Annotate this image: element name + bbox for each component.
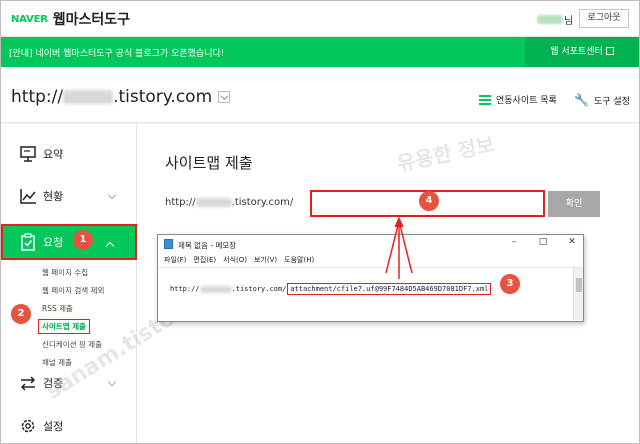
menu-view[interactable]: 보기(V) (254, 255, 277, 265)
step-badge-3: 3 (500, 274, 520, 294)
tool-settings-button[interactable]: 🔧 도구 설정 (574, 93, 630, 107)
linked-sites-button[interactable]: 연동사이트 목록 (479, 93, 557, 106)
site-url-suffix: .tistory.com (113, 87, 213, 107)
user-suffix: 님 (564, 16, 574, 27)
site-url-prefix: http:// (11, 87, 64, 107)
screenshot-frame: NAVER 웹마스터도구 님 로그아웃 [안내] 네이버 웹마스터도구 공식 블… (0, 0, 640, 444)
notepad-title: 제목 없음 - 메모장 (178, 241, 237, 250)
wrench-icon: 🔧 (574, 93, 589, 107)
notepad-text-area[interactable]: http:// .tistory.com/ attachment/cfile7.… (158, 267, 583, 321)
notepad-window: 제목 없음 - 메모장 – □ ✕ 파일(F) 편집(E) 서식(O) 보기(V… (157, 234, 584, 322)
sidebar-item-settings[interactable]: 설정 (1, 408, 137, 443)
notice-text[interactable]: [안내] 네이버 웹마스터도구 공식 블로그가 오픈했습니다! (9, 46, 224, 59)
notepad-text-line: http:// .tistory.com/ attachment/cfile7.… (170, 283, 492, 295)
logo[interactable]: NAVER 웹마스터도구 (11, 9, 130, 29)
menu-edit[interactable]: 편집(E) (193, 255, 216, 265)
sitemap-prefix-start: http:// (165, 197, 196, 208)
sidebar-label-settings: 설정 (43, 420, 64, 433)
monitor-icon (20, 146, 36, 162)
user-name-redacted (537, 15, 563, 24)
menu-help[interactable]: 도움말(H) (284, 255, 314, 265)
page-title: 사이트맵 제출 (165, 154, 253, 172)
step-badge-2: 2 (11, 304, 31, 324)
sitemap-prefix-end: .tistory.com/ (231, 197, 294, 208)
site-url-selector[interactable]: http:// .tistory.com (11, 87, 231, 107)
gear-icon (21, 419, 35, 433)
external-link-icon (605, 47, 614, 55)
step-badge-1: 1 (73, 230, 93, 250)
notepad-line-mid: .tistory.com/ (231, 285, 287, 293)
site-bar: http:// .tistory.com 연동사이트 목록 🔧 도구 설정 (1, 67, 639, 123)
chevron-down-icon (107, 190, 117, 200)
logout-button[interactable]: 로그아웃 (579, 9, 629, 28)
chart-line-icon (20, 189, 36, 204)
list-icon (479, 94, 491, 105)
support-center-label: 웹 서포트센터 (550, 47, 603, 57)
sidebar-label-summary: 요약 (43, 148, 64, 161)
site-id-redacted (63, 90, 114, 104)
minimize-icon[interactable]: – (507, 237, 521, 247)
sidebar: 요약 현황 요청 웹 페이지 수집 웹 페이지 검색 제외 RSS 제출 사이트… (1, 124, 137, 443)
site-id-redacted (195, 198, 232, 207)
sitemap-url-prefix: http:// .tistory.com/ (165, 197, 293, 208)
sidebar-label-status: 현황 (43, 190, 64, 203)
notepad-menu-bar: 파일(F) 편집(E) 서식(O) 보기(V) 도움말(H) (158, 253, 583, 267)
close-icon[interactable]: ✕ (565, 237, 579, 247)
linked-sites-label: 연동사이트 목록 (496, 96, 557, 106)
step-badge-4: 4 (419, 191, 439, 211)
notepad-titlebar[interactable]: 제목 없음 - 메모장 – □ ✕ (158, 235, 583, 253)
sitemap-path-highlight: attachment/cfile7.uf@99F7484D5AB469D7081… (287, 283, 492, 295)
sidebar-subitem-sitemap[interactable]: 사이트맵 제출 (38, 319, 91, 334)
confirm-button[interactable]: 확인 (548, 191, 600, 217)
sidebar-item-verify[interactable]: 검증 (1, 365, 137, 401)
app-title: 웹마스터도구 (52, 12, 130, 28)
clipboard-check-icon (21, 233, 35, 251)
tool-settings-label: 도구 설정 (593, 96, 630, 107)
sidebar-subitem-syndication[interactable]: 신디케이션 핑 제출 (42, 339, 102, 350)
sidebar-subitem-rss[interactable]: RSS 제출 (42, 303, 73, 314)
menu-file[interactable]: 파일(F) (164, 255, 186, 265)
sidebar-item-status[interactable]: 현황 (1, 178, 137, 214)
notepad-line-start: http:// (170, 285, 200, 293)
user-name: 님 (537, 12, 573, 27)
notice-banner: [안내] 네이버 웹마스터도구 공식 블로그가 오픈했습니다! 웹 서포트센터 (1, 37, 639, 67)
notepad-app-icon (164, 239, 173, 249)
top-header: NAVER 웹마스터도구 님 로그아웃 (1, 1, 639, 37)
sidebar-item-summary[interactable]: 요약 (1, 136, 137, 172)
sidebar-item-request[interactable]: 요청 (1, 224, 137, 260)
notepad-scrollbar[interactable] (573, 268, 583, 320)
sidebar-subitem-search-exclude[interactable]: 웹 페이지 검색 제외 (42, 285, 104, 296)
sidebar-label-request: 요청 (43, 236, 64, 249)
chevron-down-icon[interactable] (218, 91, 231, 103)
scrollbar-thumb[interactable] (576, 278, 582, 292)
sidebar-subitem-web-page-collect[interactable]: 웹 페이지 수집 (42, 267, 88, 278)
swap-arrows-icon (20, 376, 36, 391)
naver-logo: NAVER (11, 13, 48, 25)
sidebar-label-verify: 검증 (43, 377, 64, 390)
support-center-button[interactable]: 웹 서포트센터 (525, 37, 639, 67)
chevron-down-icon (107, 377, 117, 387)
site-id-redacted (199, 285, 232, 293)
maximize-icon[interactable]: □ (536, 237, 550, 247)
menu-format[interactable]: 서식(O) (223, 255, 247, 265)
chevron-up-icon (105, 241, 115, 251)
